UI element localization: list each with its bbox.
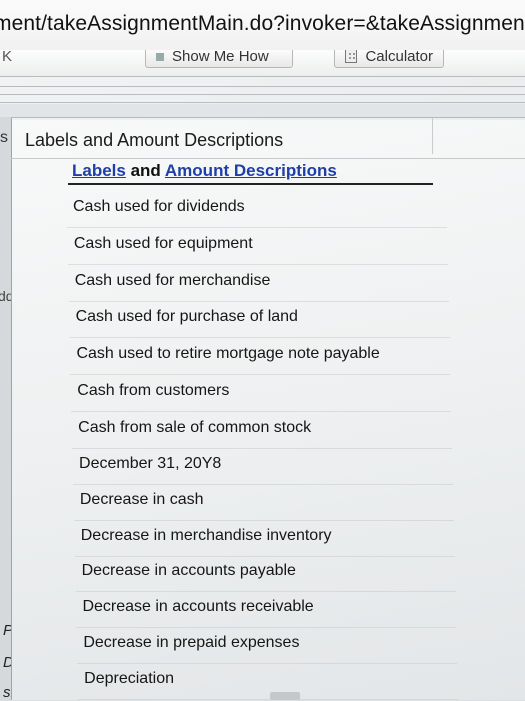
list-item[interactable]: Cash used to retire mortgage note payabl… [76, 345, 379, 363]
show-me-how-button[interactable]: Show Me How [145, 50, 293, 68]
url-text: ment/takeAssignmentMain.do?invoker=&take… [0, 12, 525, 35]
row-separator [70, 374, 451, 376]
list-item[interactable]: December 31, 20Y8 [79, 455, 221, 473]
list-item[interactable]: Decrease in accounts receivable [82, 598, 313, 616]
amount-descriptions-link[interactable]: Amount Descriptions [165, 161, 337, 180]
scrollbar-handle[interactable] [270, 692, 300, 700]
show-me-how-label: Show Me How [172, 50, 269, 65]
list-item[interactable]: Cash from customers [77, 382, 229, 400]
panel-edge [432, 118, 433, 154]
show-me-how-icon [156, 53, 164, 61]
toolbar-partial-label: K [2, 50, 13, 65]
header-underline [68, 183, 433, 185]
calculator-icon [345, 50, 358, 63]
row-separator [67, 263, 448, 265]
row-separator [73, 519, 454, 521]
panel-title-divider [11, 158, 525, 159]
list-item[interactable]: Cash used for equipment [74, 235, 253, 253]
left-partial-s: s [0, 129, 8, 146]
list-item[interactable]: Cash from sale of common stock [78, 419, 311, 437]
row-separator [69, 337, 450, 339]
row-separator [75, 591, 456, 593]
list-item[interactable]: Decrease in prepaid expenses [83, 634, 299, 652]
row-separator [68, 300, 449, 302]
list-header: Labels and Amount Descriptions [72, 161, 337, 181]
calculator-label: Calculator [365, 50, 433, 65]
row-separator [72, 447, 453, 449]
list-item[interactable]: Decrease in merchandise inventory [81, 527, 332, 545]
list-item[interactable]: Cash used for merchandise [75, 272, 271, 290]
panel-title: Labels and Amount Descriptions [25, 130, 284, 150]
assignment-toolbar: K Show Me How Calculator [0, 50, 525, 77]
header-and: and [125, 161, 165, 180]
list-item[interactable]: Cash used for dividends [73, 198, 245, 216]
list-item[interactable]: Depreciation [84, 670, 174, 688]
list-item[interactable]: Decrease in accounts payable [82, 562, 296, 580]
divider-band [0, 104, 525, 118]
row-separator [74, 555, 455, 557]
row-separator [71, 411, 452, 412]
list-item[interactable]: Decrease in cash [80, 491, 204, 509]
row-separator [73, 483, 454, 485]
address-bar[interactable]: ment/takeAssignmentMain.do?invoker=&take… [0, 0, 525, 51]
row-separator [67, 227, 447, 228]
calculator-button[interactable]: Calculator [334, 50, 444, 68]
row-separator [76, 627, 457, 629]
labels-link[interactable]: Labels [72, 161, 126, 180]
row-separator [77, 663, 458, 665]
list-item[interactable]: Cash used for purchase of land [76, 308, 298, 326]
